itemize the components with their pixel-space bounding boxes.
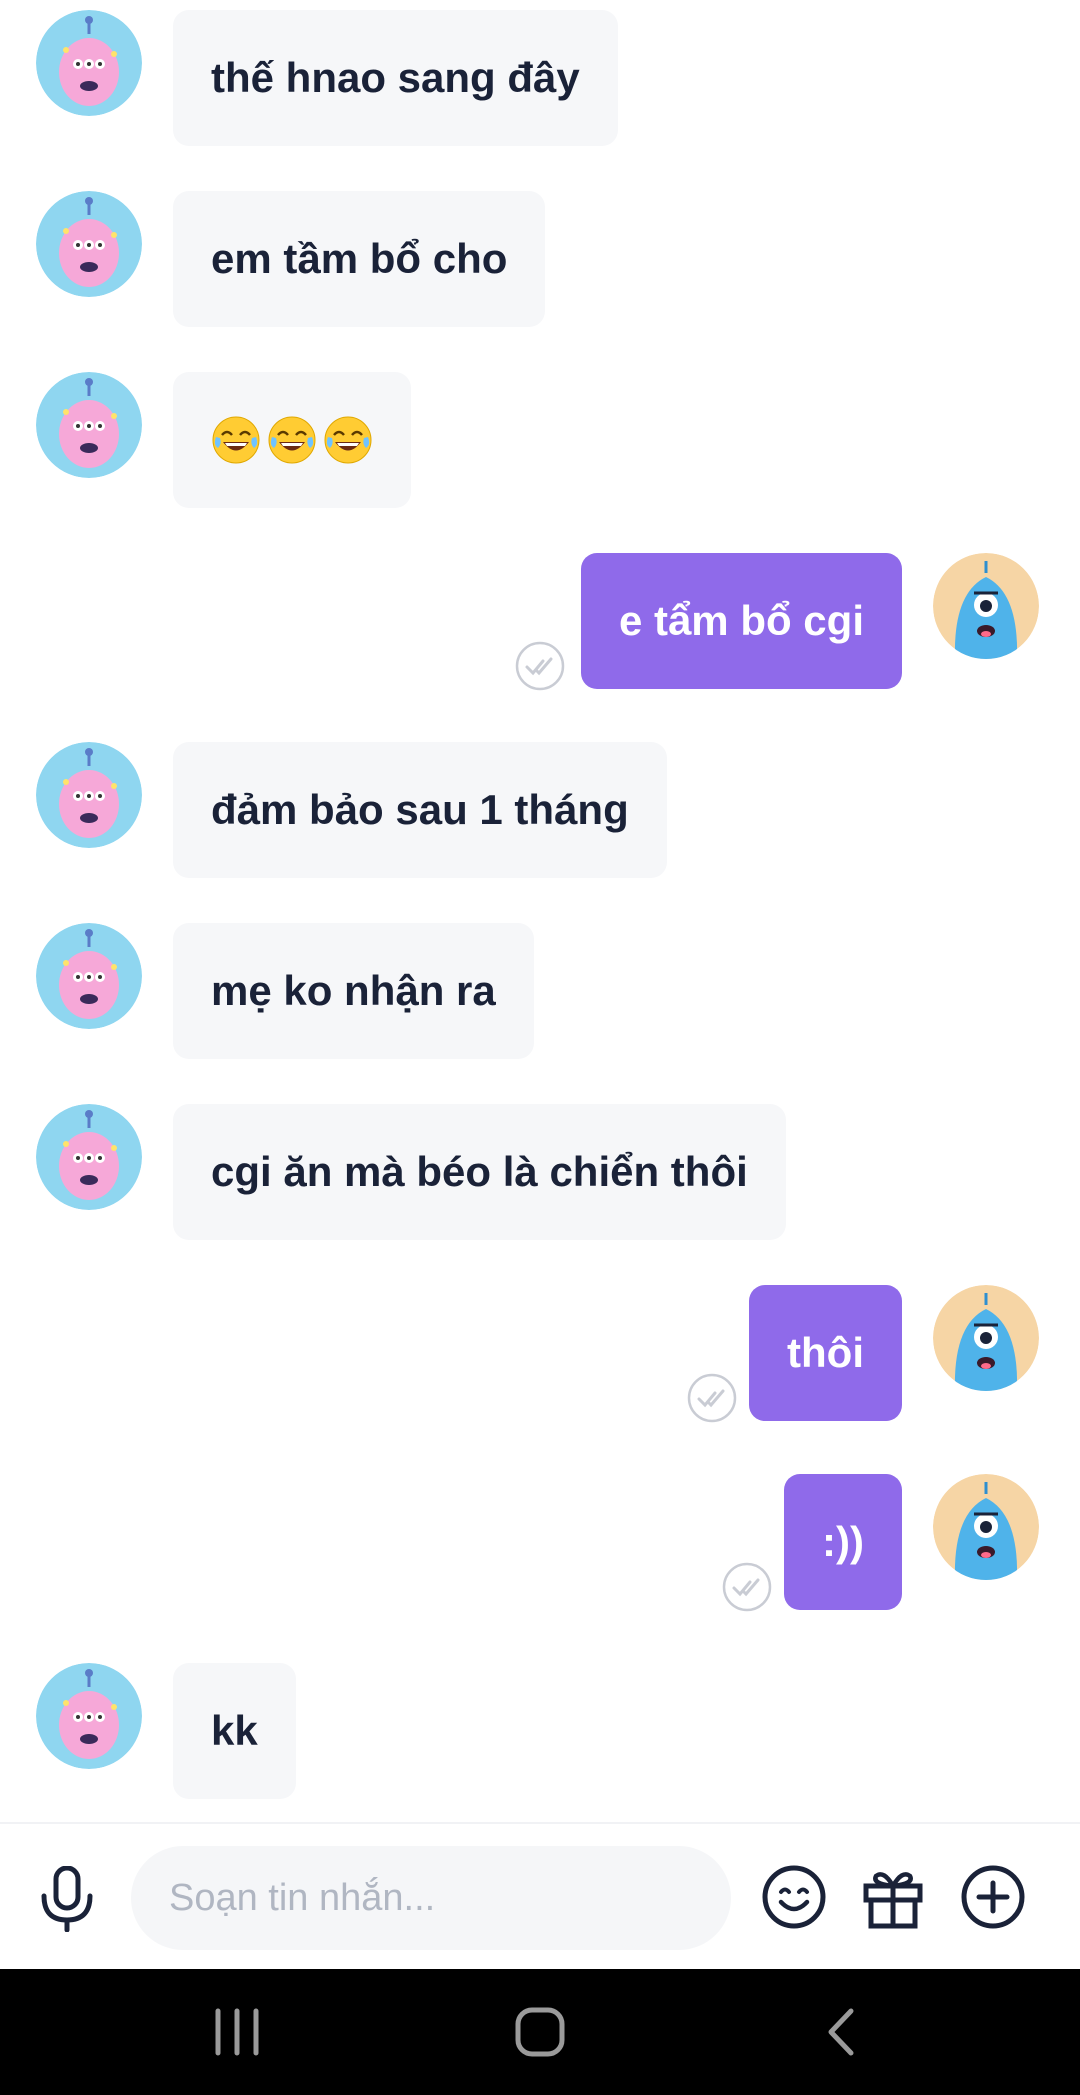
system-navigation-bar xyxy=(0,1969,1080,2095)
home-icon[interactable] xyxy=(507,1999,573,2065)
message-row-incoming: đảm bảo sau 1 tháng xyxy=(0,742,1080,878)
face-with-tears-of-joy-icon xyxy=(268,416,316,464)
message-row-incoming: thế hnao sang đây xyxy=(0,10,1080,146)
microphone-icon[interactable] xyxy=(38,1865,96,1933)
face-with-tears-of-joy-icon xyxy=(324,416,372,464)
message-row-incoming xyxy=(0,372,1080,508)
back-icon[interactable] xyxy=(809,1999,875,2065)
message-row-outgoing: :)) xyxy=(0,1474,1080,1612)
message-row-incoming: cgi ăn mà béo là chiển thôi xyxy=(0,1104,1080,1240)
friend-avatar[interactable] xyxy=(36,923,142,1029)
emoji-group xyxy=(211,415,373,465)
message-row-outgoing: e tẩm bổ cgi xyxy=(0,553,1080,691)
message-list[interactable]: thế hnao sang đây em tầm bổ cho e tẩm bổ… xyxy=(0,0,1080,1822)
recent-apps-icon[interactable] xyxy=(204,1999,270,2065)
gift-icon[interactable] xyxy=(860,1864,926,1930)
face-with-tears-of-joy-icon xyxy=(212,416,260,464)
message-composer xyxy=(0,1822,1080,1969)
message-row-incoming: kk xyxy=(0,1663,1080,1799)
message-row-incoming: em tầm bổ cho xyxy=(0,191,1080,327)
friend-avatar[interactable] xyxy=(36,1663,142,1769)
friend-avatar[interactable] xyxy=(36,10,142,116)
chat-screen: thế hnao sang đây em tầm bổ cho e tẩm bổ… xyxy=(0,0,1080,2095)
message-bubble-emoji[interactable] xyxy=(173,372,411,508)
message-bubble[interactable]: cgi ăn mà béo là chiển thôi xyxy=(173,1104,786,1240)
message-bubble[interactable]: thế hnao sang đây xyxy=(173,10,618,146)
emoji-icon[interactable] xyxy=(761,1864,827,1930)
message-bubble[interactable]: đảm bảo sau 1 tháng xyxy=(173,742,667,878)
message-bubble[interactable]: e tẩm bổ cgi xyxy=(580,553,902,689)
read-receipt-icon xyxy=(515,641,565,691)
read-receipt-icon xyxy=(722,1562,772,1612)
my-avatar[interactable] xyxy=(933,1474,1039,1580)
plus-circle-icon[interactable] xyxy=(960,1864,1026,1930)
friend-avatar[interactable] xyxy=(36,742,142,848)
message-row-outgoing: thôi xyxy=(0,1285,1080,1423)
my-avatar[interactable] xyxy=(933,553,1039,659)
my-avatar[interactable] xyxy=(933,1285,1039,1391)
message-row-incoming: mẹ ko nhận ra xyxy=(0,923,1080,1059)
read-receipt-icon xyxy=(687,1373,737,1423)
message-bubble[interactable]: thôi xyxy=(749,1285,902,1421)
message-input[interactable] xyxy=(131,1846,731,1950)
message-bubble[interactable]: kk xyxy=(173,1663,296,1799)
message-bubble[interactable]: :)) xyxy=(784,1474,902,1610)
friend-avatar[interactable] xyxy=(36,1104,142,1210)
friend-avatar[interactable] xyxy=(36,191,142,297)
message-bubble[interactable]: mẹ ko nhận ra xyxy=(173,923,534,1059)
message-bubble[interactable]: em tầm bổ cho xyxy=(173,191,546,327)
friend-avatar[interactable] xyxy=(36,372,142,478)
